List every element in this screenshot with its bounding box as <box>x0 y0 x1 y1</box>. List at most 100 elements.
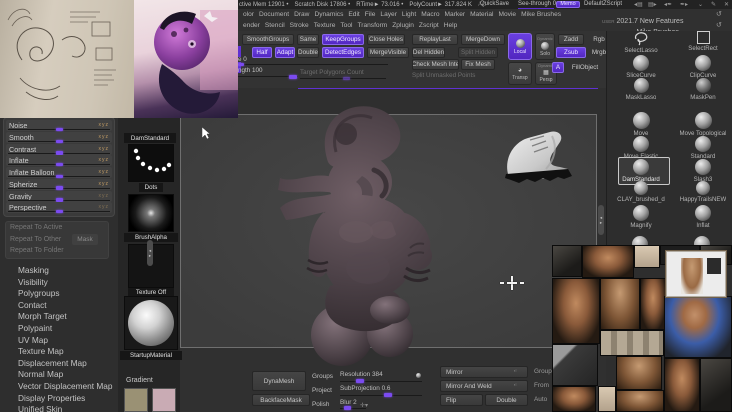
section-texture-map[interactable]: Texture Map <box>18 346 64 356</box>
local-button[interactable]: Local <box>508 33 532 60</box>
slider-handle[interactable] <box>56 127 63 131</box>
axis-toggles[interactable]: xyz <box>99 193 110 199</box>
smoothgroups-button[interactable]: SmoothGroups <box>242 34 294 45</box>
section-normal-map[interactable]: Normal Map <box>18 369 63 379</box>
target-polygons-slider[interactable]: Target Polygons Count <box>300 69 364 76</box>
brush-slicecurve[interactable]: SliceCurve <box>612 55 670 79</box>
brush-clay-brushed[interactable]: CLAY_brushed_d <box>612 181 670 203</box>
double-geo-button[interactable]: Double <box>485 394 528 406</box>
reference-photo[interactable] <box>600 330 664 356</box>
menu-color[interactable]: olor <box>243 11 254 18</box>
mirror-mini-icons[interactable]: ▪⁝ <box>514 369 517 373</box>
slider-spherize[interactable]: Spherize xyz <box>6 178 112 190</box>
project-label[interactable]: Project <box>312 387 332 394</box>
brush-next-icon[interactable]: ✒▸ <box>680 1 688 8</box>
axis-toggles[interactable]: xyz <box>99 204 110 210</box>
slider-handle[interactable] <box>56 151 63 155</box>
resolution-slider[interactable]: Resolution 384 <box>340 371 383 378</box>
solo-button[interactable]: Dynamic Solo <box>535 33 555 60</box>
section-uv-map[interactable]: UV Map <box>18 335 48 345</box>
menu-dynamics[interactable]: Dynamics <box>314 11 343 18</box>
axis-toggles[interactable]: xyz <box>99 134 110 140</box>
target-polygons-handle[interactable] <box>343 76 350 80</box>
slider-e-track[interactable] <box>238 64 388 65</box>
menu-edit[interactable]: Edit <box>348 11 359 18</box>
menu-macro[interactable]: Macro <box>421 11 439 18</box>
brush-selectlasso[interactable]: SelectLasso <box>612 31 670 54</box>
menu-document[interactable]: Document <box>259 11 289 18</box>
section-unified-skin[interactable]: Unified Skin <box>18 404 62 412</box>
close-holes-button[interactable]: Close Holes <box>367 34 405 45</box>
reference-photo[interactable] <box>552 245 582 277</box>
export-icon[interactable]: ⌄ <box>698 1 703 8</box>
reference-photo[interactable] <box>640 278 666 330</box>
repeat-to-folder-button[interactable]: Repeat To Folder <box>10 247 64 254</box>
scroll-left-icon[interactable]: ◂▤ <box>634 1 643 8</box>
axis-toggles[interactable]: xyz <box>99 169 110 175</box>
scroll-right-icon[interactable]: ▤▸ <box>648 1 657 8</box>
brush-damstandard[interactable]: DamStandard <box>612 159 670 183</box>
brush-move[interactable]: Move <box>612 112 670 137</box>
subprojection-track[interactable] <box>340 395 422 396</box>
half-button[interactable]: Half <box>252 47 272 58</box>
menu-transform[interactable]: Transform <box>357 22 387 29</box>
brush-maskpen[interactable]: MaskPen <box>674 78 732 101</box>
menu-mike-brushes[interactable]: Mike Brushes <box>521 11 561 18</box>
slider-strength[interactable]: ngth 100 <box>238 67 263 74</box>
keepgroups-button[interactable]: KeepGroups <box>322 34 364 45</box>
zsub-button[interactable]: Zsub <box>556 47 586 58</box>
axis-toggles[interactable]: xyz <box>99 181 110 187</box>
dynamesh-button[interactable]: DynaMesh <box>252 371 306 391</box>
same-button[interactable]: Same <box>297 34 319 45</box>
material-label[interactable]: StartupMaterial <box>120 351 182 360</box>
section-displacement-map[interactable]: Displacement Map <box>18 358 87 368</box>
current-brush-label[interactable]: DamStandard <box>124 133 176 143</box>
brush-standard[interactable]: Standard <box>674 136 732 160</box>
slider-e-handle[interactable] <box>238 62 244 66</box>
slider-noise[interactable]: Noise xyz <box>6 120 112 131</box>
flip-button[interactable]: Flip <box>440 394 483 406</box>
del-hidden-button[interactable]: Del Hidden <box>412 47 445 58</box>
brush-masklasso[interactable]: MaskLasso <box>612 78 670 101</box>
reference-photo[interactable] <box>616 356 662 390</box>
reference-photo[interactable] <box>552 386 596 412</box>
resolution-knob-icon[interactable] <box>416 373 421 378</box>
slider-inflate-balloon[interactable]: Inflate Balloon xyz <box>6 167 112 179</box>
fillobject-button[interactable]: FillObject <box>566 62 604 73</box>
brush-prev-icon[interactable]: ◂✒ <box>664 1 672 8</box>
split-hidden-button[interactable]: Split Hidden <box>458 47 498 58</box>
reference-photo[interactable] <box>600 278 640 330</box>
slider-handle[interactable] <box>56 174 63 179</box>
resolution-track[interactable] <box>340 381 422 382</box>
default-zscript-button[interactable]: DefaultZScript <box>584 1 622 7</box>
reference-color-art-image[interactable] <box>134 0 238 118</box>
axis-toggles[interactable]: xyz <box>99 157 110 163</box>
resolution-handle[interactable] <box>356 379 364 383</box>
sculpt-model[interactable] <box>278 100 468 366</box>
memo-button[interactable]: Memo <box>556 0 580 8</box>
slider-handle[interactable] <box>56 209 63 214</box>
detectedges-button[interactable]: DetectEdges <box>322 47 364 58</box>
section-morph-target[interactable]: Morph Target <box>18 311 67 321</box>
slider-strength-handle[interactable] <box>289 74 297 79</box>
alpha-thumbnail[interactable] <box>128 194 174 232</box>
menu-marker[interactable]: Marker <box>445 11 466 18</box>
auto-col-label[interactable]: Auto <box>534 396 547 403</box>
menu-stencil[interactable]: Stencil <box>265 22 285 29</box>
replaylast-button[interactable]: ReplayLast <box>412 34 458 45</box>
material-thumbnail[interactable] <box>124 296 178 350</box>
menu-render[interactable]: ender <box>243 22 260 29</box>
menu-draw[interactable]: Draw <box>294 11 309 18</box>
menu-tool[interactable]: Tool <box>340 22 352 29</box>
menu-stroke[interactable]: Stroke <box>290 22 309 29</box>
section-polypaint[interactable]: Polypaint <box>18 323 52 333</box>
reference-sketch-image[interactable] <box>0 0 134 118</box>
slider-contrast[interactable]: Contrast xyz <box>6 143 112 155</box>
adapt-button[interactable]: Adapt <box>275 47 295 58</box>
slider-handle[interactable] <box>56 162 63 167</box>
refresh-icon-2[interactable]: ↺ <box>716 21 722 29</box>
section-polygroups[interactable]: Polygroups <box>18 288 60 298</box>
split-unmasked-button[interactable]: Split Unmasked Points <box>412 72 475 79</box>
menu-zplugin[interactable]: Zplugin <box>392 22 414 29</box>
reference-photo[interactable] <box>664 358 700 412</box>
